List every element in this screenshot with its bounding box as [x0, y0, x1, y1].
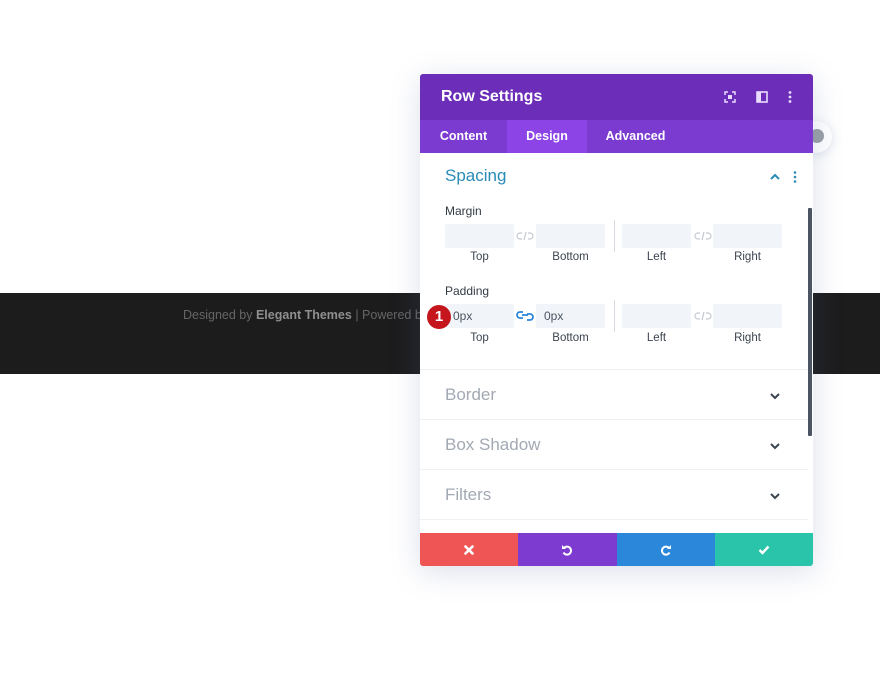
margin-label: Margin	[445, 204, 482, 218]
redo-icon	[660, 544, 671, 556]
split-view-icon[interactable]	[754, 89, 770, 105]
modal-title: Row Settings	[441, 88, 543, 105]
step-number-badge: 1	[427, 305, 451, 329]
modal-header: Row Settings	[420, 74, 813, 120]
footer-suffix: | Powered by	[351, 308, 429, 322]
margin-left-input[interactable]	[622, 224, 691, 248]
panel-scrollbar[interactable]	[808, 208, 812, 436]
link-toggle-icon[interactable]	[516, 230, 534, 242]
tab-design[interactable]: Design	[507, 120, 587, 153]
padding-left-input[interactable]	[622, 304, 691, 328]
link-toggle-icon[interactable]	[694, 230, 712, 242]
save-button[interactable]	[714, 533, 813, 566]
box-shadow-section-title[interactable]: Box Shadow	[445, 435, 540, 455]
check-icon	[758, 545, 770, 555]
row-settings-modal: Row Settings Content Design Advanced Spa…	[420, 74, 813, 566]
filters-section-title[interactable]: Filters	[445, 485, 491, 505]
footer-credits: Designed by Elegant Themes | Powered by	[183, 308, 428, 322]
padding-top-input[interactable]: 0px	[445, 304, 514, 328]
undo-icon	[562, 544, 573, 556]
tab-content[interactable]: Content	[420, 120, 507, 153]
section-divider	[420, 419, 808, 420]
divider	[614, 300, 615, 332]
link-toggle-icon[interactable]	[694, 310, 712, 322]
margin-bottom-label: Bottom	[552, 251, 589, 263]
margin-right-label: Right	[734, 251, 761, 263]
modal-tabs: Content Design Advanced	[420, 120, 813, 153]
more-options-icon[interactable]	[782, 89, 798, 105]
spacing-section-title[interactable]: Spacing	[445, 166, 506, 186]
cancel-button[interactable]	[420, 533, 519, 566]
modal-action-bar	[420, 533, 813, 566]
section-divider	[420, 519, 808, 520]
chevron-down-icon[interactable]	[768, 391, 782, 401]
divider	[614, 220, 615, 252]
section-divider	[420, 469, 808, 470]
margin-top-input[interactable]	[445, 224, 514, 248]
padding-bottom-label: Bottom	[552, 332, 589, 344]
chevron-up-icon[interactable]	[768, 172, 782, 182]
footer-prefix: Designed by	[183, 308, 256, 322]
margin-top-label: Top	[470, 251, 489, 263]
padding-bottom-input[interactable]: 0px	[536, 304, 605, 328]
padding-top-label: Top	[470, 332, 489, 344]
undo-button[interactable]	[518, 533, 617, 566]
margin-right-input[interactable]	[713, 224, 782, 248]
margin-left-label: Left	[646, 251, 667, 263]
footer-brand-link[interactable]: Elegant Themes	[256, 308, 352, 322]
section-options-icon[interactable]	[793, 171, 797, 183]
border-section-title[interactable]: Border	[445, 385, 496, 405]
padding-right-input[interactable]	[713, 304, 782, 328]
chevron-down-icon[interactable]	[768, 441, 782, 451]
padding-right-label: Right	[734, 332, 761, 344]
link-active-icon[interactable]	[516, 310, 534, 322]
padding-left-label: Left	[646, 332, 667, 344]
section-divider	[420, 369, 808, 370]
close-icon	[464, 544, 474, 555]
fullscreen-icon[interactable]	[722, 89, 738, 105]
redo-button[interactable]	[616, 533, 715, 566]
chevron-down-icon[interactable]	[768, 491, 782, 501]
margin-bottom-input[interactable]	[536, 224, 605, 248]
padding-label: Padding	[445, 284, 490, 298]
tab-advanced[interactable]: Advanced	[587, 120, 684, 153]
